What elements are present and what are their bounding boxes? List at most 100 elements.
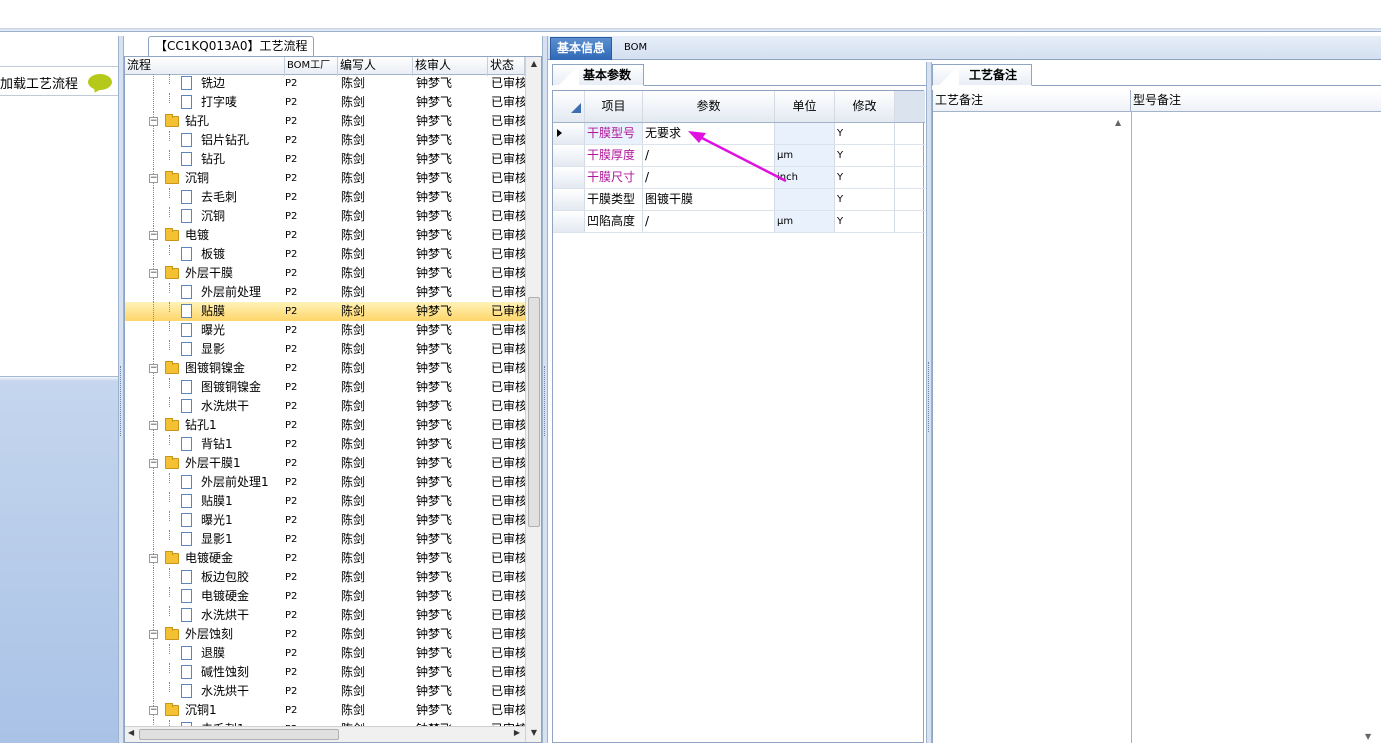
- tree-row[interactable]: 水洗烘干 P2 陈剑 钟梦飞 已审核: [125, 606, 525, 625]
- tree-vertical-scrollbar[interactable]: ▲ ▼: [525, 57, 541, 742]
- tree-node[interactable]: 板镀: [125, 245, 280, 264]
- tree-node[interactable]: − 电镀: [125, 226, 280, 245]
- tree-hscroll-thumb[interactable]: [139, 729, 339, 740]
- tree-node[interactable]: 板边包胶: [125, 568, 280, 587]
- comment-bubble-icon[interactable]: [88, 74, 112, 90]
- tree-row[interactable]: − 沉铜 P2 陈剑 钟梦飞 已审核: [125, 169, 525, 188]
- param-item-cell[interactable]: 干膜类型: [585, 189, 643, 210]
- row-indicator[interactable]: [553, 211, 585, 232]
- param-value-cell[interactable]: /: [643, 145, 775, 166]
- tree-row[interactable]: 铝片钻孔 P2 陈剑 钟梦飞 已审核: [125, 131, 525, 150]
- param-unit-cell[interactable]: μm: [775, 145, 835, 166]
- col-header-param[interactable]: 参数: [643, 91, 775, 122]
- tree-node[interactable]: − 外层干膜: [125, 264, 280, 283]
- row-indicator[interactable]: [553, 167, 585, 188]
- tree-row[interactable]: 水洗烘干 P2 陈剑 钟梦飞 已审核: [125, 682, 525, 701]
- tree-node[interactable]: 外层前处理: [125, 283, 280, 302]
- tree-row[interactable]: − 电镀硬金 P2 陈剑 钟梦飞 已审核: [125, 549, 525, 568]
- row-indicator[interactable]: [553, 189, 585, 210]
- tree-row[interactable]: 显影 P2 陈剑 钟梦飞 已审核: [125, 340, 525, 359]
- tree-row[interactable]: 去毛刺 P2 陈剑 钟梦飞 已审核: [125, 188, 525, 207]
- collapse-icon[interactable]: −: [149, 364, 158, 373]
- tree-row[interactable]: − 电镀 P2 陈剑 钟梦飞 已审核: [125, 226, 525, 245]
- scroll-right-icon[interactable]: ▶: [514, 728, 520, 737]
- param-item-cell[interactable]: 凹陷高度: [585, 211, 643, 232]
- col-header-process-notes[interactable]: 工艺备注: [933, 90, 1131, 112]
- tree-row[interactable]: − 图镀铜镍金 P2 陈剑 钟梦飞 已审核: [125, 359, 525, 378]
- param-value-cell[interactable]: 图镀干膜: [643, 189, 775, 210]
- tree-row[interactable]: 铣边 P2 陈剑 钟梦飞 已审核: [125, 74, 525, 93]
- collapse-icon[interactable]: −: [149, 117, 158, 126]
- tree-row[interactable]: 外层前处理1 P2 陈剑 钟梦飞 已审核: [125, 473, 525, 492]
- col-header-unit[interactable]: 单位: [775, 91, 835, 122]
- tree-node[interactable]: 电镀硬金: [125, 587, 280, 606]
- tree-node[interactable]: 去毛刺: [125, 188, 280, 207]
- tab-basic-info[interactable]: 基本信息: [550, 37, 613, 60]
- param-item-cell[interactable]: 干膜尺寸: [585, 167, 643, 188]
- tree-node[interactable]: − 钻孔: [125, 112, 280, 131]
- param-row[interactable]: 干膜类型 图镀干膜 Y: [553, 189, 925, 211]
- tree-node[interactable]: 钻孔: [125, 150, 280, 169]
- param-value-cell[interactable]: /: [643, 167, 775, 188]
- param-unit-cell[interactable]: inch: [775, 167, 835, 188]
- scroll-up-icon[interactable]: ▲: [528, 59, 540, 71]
- tree-row[interactable]: 外层前处理 P2 陈剑 钟梦飞 已审核: [125, 283, 525, 302]
- tree-node[interactable]: 铣边: [125, 74, 280, 93]
- tree-row[interactable]: 板镀 P2 陈剑 钟梦飞 已审核: [125, 245, 525, 264]
- tree-row[interactable]: − 外层干膜1 P2 陈剑 钟梦飞 已审核: [125, 454, 525, 473]
- tree-row[interactable]: − 外层干膜 P2 陈剑 钟梦飞 已审核: [125, 264, 525, 283]
- param-modify-cell[interactable]: Y: [835, 167, 895, 188]
- tree-node[interactable]: 曝光: [125, 321, 280, 340]
- tree-row[interactable]: − 沉铜1 P2 陈剑 钟梦飞 已审核: [125, 701, 525, 720]
- tree-node[interactable]: − 沉铜: [125, 169, 280, 188]
- tree-row[interactable]: 沉铜 P2 陈剑 钟梦飞 已审核: [125, 207, 525, 226]
- tree-node[interactable]: 水洗烘干: [125, 682, 280, 701]
- tree-node[interactable]: 铝片钻孔: [125, 131, 280, 150]
- scroll-left-icon[interactable]: ◀: [128, 728, 134, 737]
- tree-row[interactable]: − 外层蚀刻 P2 陈剑 钟梦飞 已审核: [125, 625, 525, 644]
- collapse-icon[interactable]: −: [149, 231, 158, 240]
- tree-node[interactable]: 贴膜1: [125, 492, 280, 511]
- tree-row[interactable]: 显影1 P2 陈剑 钟梦飞 已审核: [125, 530, 525, 549]
- tab-process-notes[interactable]: 工艺备注: [932, 64, 1033, 86]
- tree-node[interactable]: 贴膜: [125, 302, 280, 321]
- tree-row[interactable]: 曝光 P2 陈剑 钟梦飞 已审核: [125, 321, 525, 340]
- row-indicator[interactable]: [553, 145, 585, 166]
- tree-node[interactable]: 水洗烘干: [125, 397, 280, 416]
- tree-row[interactable]: − 钻孔1 P2 陈剑 钟梦飞 已审核: [125, 416, 525, 435]
- scroll-up-icon[interactable]: ▲: [1115, 118, 1121, 127]
- scroll-down-icon[interactable]: ▼: [1365, 732, 1371, 741]
- tree-horizontal-scrollbar[interactable]: ◀ ▶: [125, 726, 525, 742]
- param-row[interactable]: 干膜尺寸 / inch Y: [553, 167, 925, 189]
- tree-node[interactable]: 水洗烘干: [125, 606, 280, 625]
- tree-node[interactable]: − 外层蚀刻: [125, 625, 280, 644]
- tab-bom[interactable]: BOM: [618, 37, 653, 60]
- param-unit-cell[interactable]: [775, 189, 835, 210]
- param-row[interactable]: 干膜型号 无要求 Y: [553, 123, 925, 145]
- load-process-header[interactable]: 加载工艺流程: [0, 66, 118, 96]
- tree-row[interactable]: 曝光1 P2 陈剑 钟梦飞 已审核: [125, 511, 525, 530]
- param-modify-cell[interactable]: Y: [835, 145, 895, 166]
- tree-row[interactable]: 板边包胶 P2 陈剑 钟梦飞 已审核: [125, 568, 525, 587]
- tree-row[interactable]: − 钻孔 P2 陈剑 钟梦飞 已审核: [125, 112, 525, 131]
- tree-row[interactable]: 图镀铜镍金 P2 陈剑 钟梦飞 已审核: [125, 378, 525, 397]
- tree-row[interactable]: 钻孔 P2 陈剑 钟梦飞 已审核: [125, 150, 525, 169]
- tree-node[interactable]: 显影: [125, 340, 280, 359]
- tree-row[interactable]: 背钻1 P2 陈剑 钟梦飞 已审核: [125, 435, 525, 454]
- tab-basic-params[interactable]: 基本参数: [552, 64, 645, 86]
- tree-row[interactable]: 打字唛 P2 陈剑 钟梦飞 已审核: [125, 93, 525, 112]
- param-item-cell[interactable]: 干膜型号: [585, 123, 643, 144]
- param-item-cell[interactable]: 干膜厚度: [585, 145, 643, 166]
- tree-node[interactable]: 沉铜: [125, 207, 280, 226]
- tree-node[interactable]: − 图镀铜镍金: [125, 359, 280, 378]
- param-row[interactable]: 凹陷高度 / μm Y: [553, 211, 925, 233]
- tree-node[interactable]: 打字唛: [125, 93, 280, 112]
- col-header-item[interactable]: 项目: [585, 91, 643, 122]
- param-modify-cell[interactable]: Y: [835, 211, 895, 232]
- tree-node[interactable]: 显影1: [125, 530, 280, 549]
- collapse-icon[interactable]: −: [149, 554, 158, 563]
- tree-node[interactable]: 图镀铜镍金: [125, 378, 280, 397]
- tree-row[interactable]: 贴膜 P2 陈剑 钟梦飞 已审核: [125, 302, 525, 321]
- tree-node[interactable]: − 沉铜1: [125, 701, 280, 720]
- param-modify-cell[interactable]: Y: [835, 123, 895, 144]
